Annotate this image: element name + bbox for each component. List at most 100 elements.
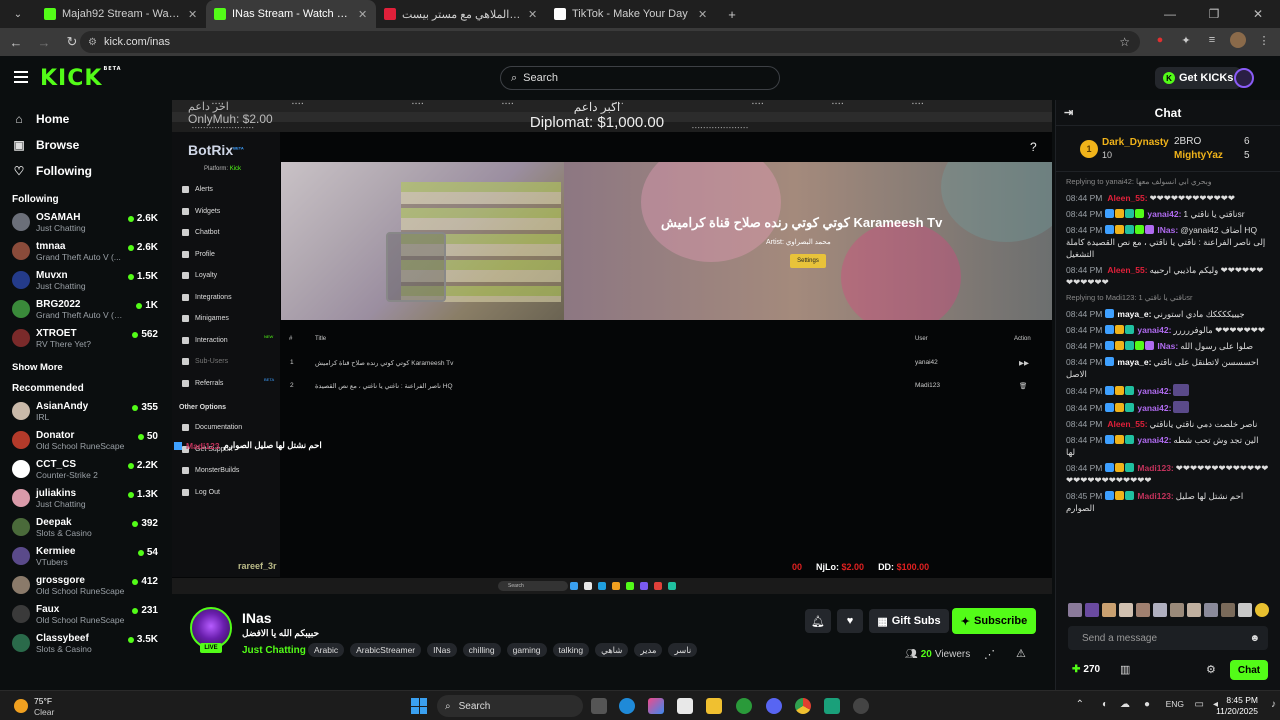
- channel-item[interactable]: Muvxn Just Chatting 1.5K: [0, 267, 170, 296]
- emote[interactable]: [1102, 603, 1116, 617]
- tab-search-icon[interactable]: ⌄: [6, 2, 30, 26]
- share-icon[interactable]: ⋰: [984, 648, 995, 661]
- start-button[interactable]: [411, 698, 427, 714]
- channel-item[interactable]: BRG2022 Grand Theft Auto V (GTA) 1K: [0, 296, 170, 325]
- taskbar-search[interactable]: ⌕ Search: [437, 695, 583, 717]
- minimize-button[interactable]: —: [1148, 0, 1192, 28]
- user-avatar[interactable]: [1234, 68, 1254, 88]
- site-search-input[interactable]: ⌕ Search: [500, 66, 780, 90]
- chat-username[interactable]: yanai42:: [1137, 403, 1171, 413]
- stream-tag[interactable]: ArabicStreamer: [350, 643, 422, 657]
- emote[interactable]: [1170, 603, 1184, 617]
- notification-bell-icon[interactable]: 🔔︎: [805, 609, 831, 633]
- copilot-icon[interactable]: [648, 698, 664, 714]
- chat-username[interactable]: yanai42:: [1137, 435, 1171, 445]
- stream-tag[interactable]: Arabic: [308, 643, 345, 657]
- leader-second-name[interactable]: 2BRO: [1174, 136, 1201, 147]
- media-icon[interactable]: ≡: [1204, 32, 1220, 48]
- xbox-icon[interactable]: [736, 698, 752, 714]
- menu-kebab-icon[interactable]: ⋮: [1256, 32, 1272, 48]
- back-button[interactable]: ←: [4, 30, 28, 54]
- sidebar-nav-browse[interactable]: ▣ Browse: [0, 132, 170, 158]
- tray-app-icon[interactable]: ◐: [1102, 699, 1108, 710]
- store-icon[interactable]: ▥: [1120, 663, 1130, 676]
- profile-avatar-icon[interactable]: [1230, 32, 1246, 48]
- show-more-button[interactable]: Show More: [0, 362, 170, 373]
- chat-message-input[interactable]: Send a message ☻: [1068, 626, 1268, 650]
- stream-category[interactable]: Just Chatting: [242, 645, 306, 656]
- tray-language[interactable]: ENG: [1166, 699, 1184, 709]
- url-bar[interactable]: ⚙ kick.com/inas ☆: [80, 31, 1140, 53]
- channel-item[interactable]: grossgore Old School RuneScape 412: [0, 572, 170, 601]
- tab-close-icon[interactable]: ✕: [698, 8, 708, 21]
- report-icon[interactable]: ⚠: [1016, 647, 1026, 660]
- extensions-icon[interactable]: ✦: [1178, 32, 1194, 48]
- send-chat-button[interactable]: Chat: [1230, 660, 1268, 680]
- browser-tab[interactable]: تحدي الملاهي مع مستر بيست ✕: [376, 0, 546, 28]
- discord-icon[interactable]: [766, 698, 782, 714]
- chat-username[interactable]: yanai42:: [1137, 386, 1171, 396]
- follow-heart-icon[interactable]: ♥: [837, 609, 863, 633]
- chat-username[interactable]: INas:: [1157, 341, 1178, 351]
- app-icon[interactable]: [824, 698, 840, 714]
- video-player[interactable]: ▪ ▪ ▪ ▪ ▪ ▪ ▪ ▪ ▪ ▪ ▪ ▪ ▪ ▪ ▪ ▪ ▪ ▪ ▪ ▪ …: [172, 100, 1052, 594]
- emote[interactable]: [1153, 603, 1167, 617]
- channel-item[interactable]: Kermiee VTubers 54: [0, 543, 170, 572]
- chat-username[interactable]: maya_e:: [1117, 309, 1151, 319]
- chat-username[interactable]: yanai42:: [1137, 325, 1171, 335]
- channel-item[interactable]: AsianAndy IRL 355: [0, 398, 170, 427]
- kick-logo[interactable]: KICKBETA: [40, 66, 122, 91]
- channel-item[interactable]: OSAMAH Just Chatting 2.6K: [0, 209, 170, 238]
- stream-tag[interactable]: talking: [552, 643, 590, 657]
- emote[interactable]: [1187, 603, 1201, 617]
- channel-item[interactable]: tmnaa Grand Theft Auto V (... 2.6K: [0, 238, 170, 267]
- emote[interactable]: [1255, 603, 1269, 617]
- system-clock[interactable]: 8:45 PM 11/20/2025: [1216, 695, 1258, 717]
- gift-subs-button[interactable]: ▦ Gift Subs: [869, 609, 949, 633]
- tray-chevron-icon[interactable]: ⌃: [1076, 699, 1084, 710]
- channel-item[interactable]: Faux Old School RuneScape 231: [0, 601, 170, 630]
- chat-username[interactable]: Aleen_55:: [1107, 265, 1147, 275]
- stream-tag[interactable]: chilling: [462, 643, 501, 657]
- emote[interactable]: [1204, 603, 1218, 617]
- emoji-picker-icon[interactable]: ☻: [1249, 633, 1260, 644]
- subscribe-button[interactable]: ✦ Subscribe: [952, 608, 1036, 634]
- channel-item[interactable]: Deepak Slots & Casino 392: [0, 514, 170, 543]
- tray-mic-icon[interactable]: ●: [1144, 699, 1150, 710]
- tab-close-icon[interactable]: ✕: [188, 8, 198, 21]
- channel-points[interactable]: ✚ 270: [1072, 664, 1100, 675]
- browser-tab[interactable]: TikTok - Make Your Day ✕: [546, 0, 716, 28]
- file-explorer-icon[interactable]: [706, 698, 722, 714]
- stream-tag[interactable]: INas: [427, 643, 457, 657]
- chat-settings-icon[interactable]: ⚙: [1206, 663, 1216, 676]
- collapse-chat-icon[interactable]: ⇥: [1064, 106, 1073, 119]
- channel-item[interactable]: Donator Old School RuneScape 50: [0, 427, 170, 456]
- forward-button[interactable]: →: [32, 30, 56, 54]
- tray-cloud-icon[interactable]: ☁: [1120, 699, 1130, 710]
- emote[interactable]: [1119, 603, 1133, 617]
- channel-item[interactable]: juliakins Just Chatting 1.3K: [0, 485, 170, 514]
- stream-tag[interactable]: ناسر: [668, 643, 698, 657]
- streamer-name[interactable]: INas: [242, 610, 272, 626]
- sidebar-nav-home[interactable]: ⌂ Home: [0, 106, 170, 132]
- tab-close-icon[interactable]: ✕: [528, 8, 538, 21]
- chat-username[interactable]: yanai42:: [1147, 209, 1181, 219]
- bookmark-star-icon[interactable]: ☆: [1119, 35, 1130, 49]
- maximize-button[interactable]: ❐: [1192, 0, 1236, 28]
- close-window-button[interactable]: ✕: [1236, 0, 1280, 28]
- sidebar-nav-following[interactable]: ♡ Following: [0, 158, 170, 184]
- browser-tab[interactable]: Majah92 Stream - Watch Live o ✕: [36, 0, 206, 28]
- chat-username[interactable]: Madi123:: [1137, 491, 1173, 501]
- leader-first-name[interactable]: Dark_Dynasty: [1102, 137, 1169, 148]
- store-app-icon[interactable]: [677, 698, 693, 714]
- chat-username[interactable]: Madi123:: [1137, 463, 1173, 473]
- chat-username[interactable]: maya_e:: [1117, 357, 1151, 367]
- emote[interactable]: [1221, 603, 1235, 617]
- channel-item[interactable]: Classybeef Slots & Casino 3.5K: [0, 630, 170, 659]
- stream-tag[interactable]: مدير: [634, 643, 663, 657]
- emote[interactable]: [1136, 603, 1150, 617]
- extension-badge-icon[interactable]: ●: [1152, 32, 1168, 48]
- new-tab-button[interactable]: +: [720, 2, 744, 26]
- hamburger-menu-icon[interactable]: [14, 71, 28, 83]
- stream-tag[interactable]: gaming: [506, 643, 547, 657]
